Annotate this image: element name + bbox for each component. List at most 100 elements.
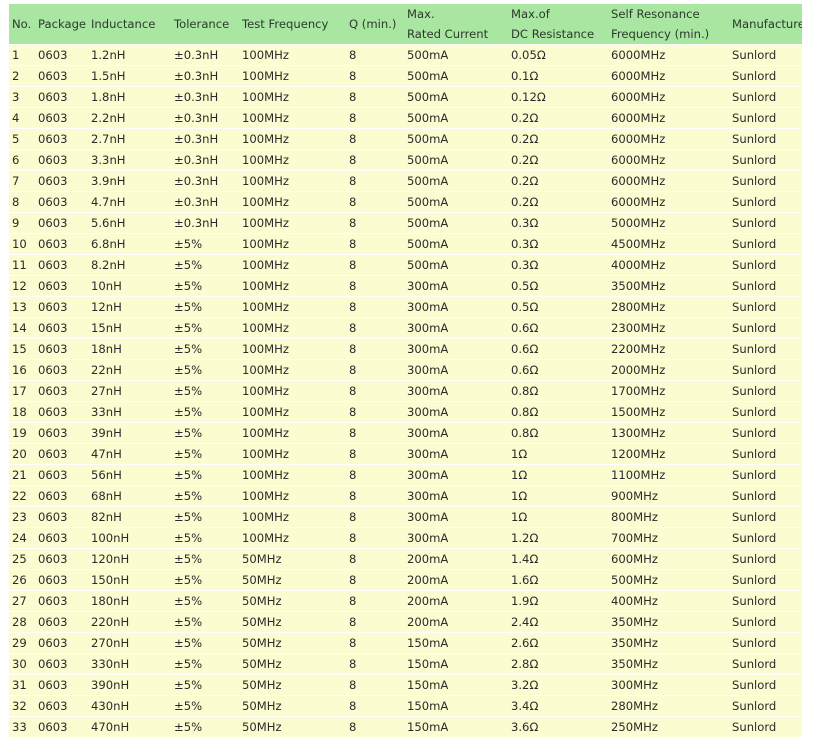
cell-tolerance: ±5% xyxy=(171,422,239,443)
cell-q-min: 8 xyxy=(346,611,404,632)
header-q-min: Q (min.) xyxy=(346,4,404,44)
cell-self-resonance: 350MHz xyxy=(608,632,729,653)
cell-dc-resistance: 0.6Ω xyxy=(508,359,608,380)
table-row: 13 0603 12nH ±5% 100MHz 8 300mA 0.5Ω 2800MHz Sunl… xyxy=(9,296,802,317)
cell-no: 13 xyxy=(9,296,35,317)
cell-inductance: 220nH xyxy=(88,611,171,632)
cell-self-resonance: 5000MHz xyxy=(608,212,729,233)
cell-tolerance: ±0.3nH xyxy=(171,65,239,86)
cell-q-min: 8 xyxy=(346,422,404,443)
cell-no: 17 xyxy=(9,380,35,401)
cell-tolerance: ±5% xyxy=(171,464,239,485)
cell-manufacturer: Sunlord xyxy=(729,716,802,737)
cell-tolerance: ±5% xyxy=(171,632,239,653)
cell-manufacturer: Sunlord xyxy=(729,569,802,590)
cell-dc-resistance: 0.8Ω xyxy=(508,380,608,401)
cell-tolerance: ±5% xyxy=(171,548,239,569)
cell-q-min: 8 xyxy=(346,128,404,149)
cell-test-frequency: 100MHz xyxy=(239,464,346,485)
cell-dc-resistance: 2.6Ω xyxy=(508,632,608,653)
cell-no: 18 xyxy=(9,401,35,422)
table-row: 24 0603 100nH ±5% 100MHz 8 300mA 1.2Ω 700MHz Sunl… xyxy=(9,527,802,548)
cell-rated-current: 500mA xyxy=(404,254,508,275)
cell-rated-current: 150mA xyxy=(404,716,508,737)
cell-test-frequency: 50MHz xyxy=(239,716,346,737)
cell-dc-resistance: 0.2Ω xyxy=(508,170,608,191)
cell-package: 0603 xyxy=(35,380,88,401)
table-row: 8 0603 4.7nH ±0.3nH 100MHz 8 500mA 0.2Ω 6000MHz S… xyxy=(9,191,802,212)
cell-manufacturer: Sunlord xyxy=(729,590,802,611)
cell-package: 0603 xyxy=(35,506,88,527)
cell-test-frequency: 100MHz xyxy=(239,338,346,359)
cell-tolerance: ±0.3nH xyxy=(171,149,239,170)
cell-q-min: 8 xyxy=(346,527,404,548)
cell-dc-resistance: 0.3Ω xyxy=(508,212,608,233)
cell-no: 2 xyxy=(9,65,35,86)
table-row: 3 0603 1.8nH ±0.3nH 100MHz 8 500mA 0.12Ω 6000MHz… xyxy=(9,86,802,107)
cell-package: 0603 xyxy=(35,716,88,737)
cell-no: 9 xyxy=(9,212,35,233)
cell-rated-current: 500mA xyxy=(404,149,508,170)
cell-rated-current: 300mA xyxy=(404,275,508,296)
cell-tolerance: ±0.3nH xyxy=(171,212,239,233)
cell-rated-current: 200mA xyxy=(404,590,508,611)
cell-test-frequency: 100MHz xyxy=(239,401,346,422)
cell-rated-current: 300mA xyxy=(404,317,508,338)
cell-dc-resistance: 1.6Ω xyxy=(508,569,608,590)
cell-q-min: 8 xyxy=(346,695,404,716)
cell-rated-current: 200mA xyxy=(404,611,508,632)
cell-dc-resistance: 1Ω xyxy=(508,443,608,464)
cell-inductance: 3.9nH xyxy=(88,170,171,191)
cell-inductance: 10nH xyxy=(88,275,171,296)
cell-rated-current: 300mA xyxy=(404,527,508,548)
cell-q-min: 8 xyxy=(346,485,404,506)
cell-tolerance: ±0.3nH xyxy=(171,170,239,191)
cell-inductance: 27nH xyxy=(88,380,171,401)
cell-no: 21 xyxy=(9,464,35,485)
cell-rated-current: 300mA xyxy=(404,359,508,380)
cell-test-frequency: 100MHz xyxy=(239,233,346,254)
cell-tolerance: ±5% xyxy=(171,317,239,338)
table-row: 9 0603 5.6nH ±0.3nH 100MHz 8 500mA 0.3Ω 5000MHz S… xyxy=(9,212,802,233)
cell-inductance: 6.8nH xyxy=(88,233,171,254)
cell-package: 0603 xyxy=(35,44,88,65)
header-self-resonance-line1: Self Resonance xyxy=(611,7,700,21)
table-row: 15 0603 18nH ±5% 100MHz 8 300mA 0.6Ω 2200MHz Sunl… xyxy=(9,338,802,359)
cell-rated-current: 300mA xyxy=(404,296,508,317)
cell-dc-resistance: 3.2Ω xyxy=(508,674,608,695)
cell-test-frequency: 50MHz xyxy=(239,590,346,611)
cell-rated-current: 300mA xyxy=(404,464,508,485)
cell-manufacturer: Sunlord xyxy=(729,422,802,443)
inductor-spec-table: No. Package Inductance Tolerance Test Fr… xyxy=(9,4,802,737)
cell-no: 19 xyxy=(9,422,35,443)
cell-q-min: 8 xyxy=(346,296,404,317)
cell-no: 6 xyxy=(9,149,35,170)
cell-manufacturer: Sunlord xyxy=(729,464,802,485)
cell-test-frequency: 50MHz xyxy=(239,674,346,695)
header-test-frequency: Test Frequency xyxy=(239,4,346,44)
cell-self-resonance: 800MHz xyxy=(608,506,729,527)
table-row: 21 0603 56nH ±5% 100MHz 8 300mA 1Ω 1100MHz Sunlor… xyxy=(9,464,802,485)
cell-self-resonance: 6000MHz xyxy=(608,86,729,107)
cell-test-frequency: 100MHz xyxy=(239,212,346,233)
cell-test-frequency: 50MHz xyxy=(239,695,346,716)
cell-manufacturer: Sunlord xyxy=(729,359,802,380)
cell-tolerance: ±5% xyxy=(171,443,239,464)
cell-inductance: 5.6nH xyxy=(88,212,171,233)
cell-q-min: 8 xyxy=(346,464,404,485)
cell-package: 0603 xyxy=(35,86,88,107)
cell-rated-current: 500mA xyxy=(404,86,508,107)
table-row: 18 0603 33nH ±5% 100MHz 8 300mA 0.8Ω 1500MHz Sunl… xyxy=(9,401,802,422)
cell-package: 0603 xyxy=(35,695,88,716)
cell-package: 0603 xyxy=(35,128,88,149)
header-self-resonance-line2: Frequency (min.) xyxy=(611,27,710,41)
cell-inductance: 3.3nH xyxy=(88,149,171,170)
cell-manufacturer: Sunlord xyxy=(729,695,802,716)
table-row: 23 0603 82nH ±5% 100MHz 8 300mA 1Ω 800MHz Sunlord xyxy=(9,506,802,527)
cell-self-resonance: 600MHz xyxy=(608,548,729,569)
table-row: 16 0603 22nH ±5% 100MHz 8 300mA 0.6Ω 2000MHz Sunl… xyxy=(9,359,802,380)
cell-inductance: 270nH xyxy=(88,632,171,653)
cell-package: 0603 xyxy=(35,296,88,317)
header-max-dc-resistance: Max.of DC Resistance xyxy=(508,4,608,44)
cell-inductance: 390nH xyxy=(88,674,171,695)
